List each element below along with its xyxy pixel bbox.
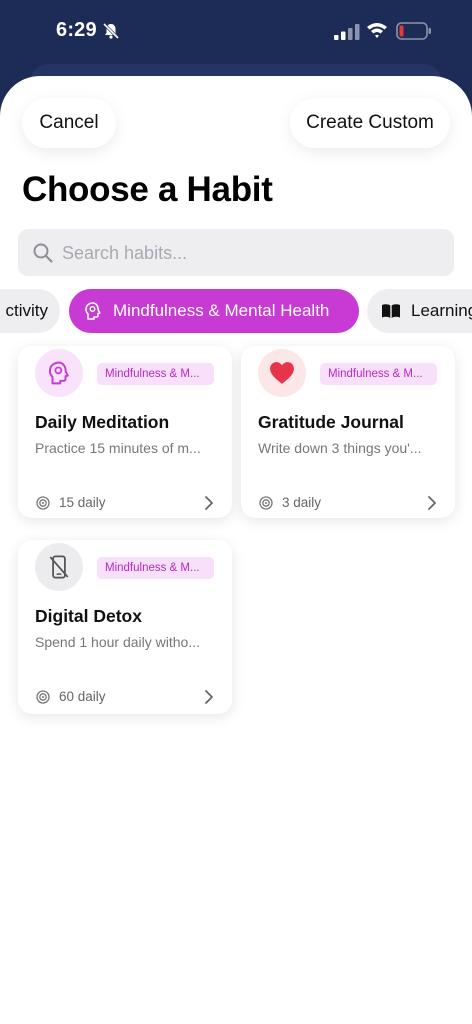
- habit-description: Write down 3 things you'...: [258, 440, 422, 456]
- wifi-icon: [367, 23, 387, 38]
- category-chip-productivity[interactable]: ctivity: [0, 289, 60, 333]
- book-icon: [382, 304, 400, 318]
- heart-icon: [270, 362, 294, 384]
- category-chips: ctivity Mindfulness & Mental Health Lear…: [0, 289, 472, 335]
- signal-icon: [334, 24, 360, 40]
- habit-icon-badge: [258, 349, 306, 397]
- category-badge: Mindfulness & M...: [97, 557, 214, 579]
- status-time: 6:29: [56, 19, 97, 41]
- habit-title: Gratitude Journal: [258, 412, 404, 432]
- chevron-right-icon: [428, 496, 436, 510]
- category-chip-label: Learning: [411, 301, 472, 320]
- page-title: Choose a Habit: [22, 170, 273, 209]
- habit-frequency: 15 daily: [59, 495, 106, 510]
- chevron-right-icon: [205, 496, 213, 510]
- target-icon: [36, 496, 50, 510]
- habit-card-digital-detox[interactable]: Mindfulness & M... Digital Detox Spend 1…: [18, 540, 232, 714]
- battery-low-icon: [396, 22, 431, 40]
- category-chip-label: Mindfulness & Mental Health: [113, 301, 330, 320]
- create-custom-button[interactable]: Create Custom: [290, 98, 450, 148]
- habit-frequency: 60 daily: [59, 689, 106, 704]
- habit-description: Spend 1 hour daily witho...: [35, 634, 200, 650]
- category-chip-label: ctivity: [5, 301, 49, 320]
- habit-picker-sheet: Cancel Create Custom Choose a Habit ctiv…: [0, 76, 472, 1024]
- habit-description: Practice 15 minutes of m...: [35, 440, 201, 456]
- target-icon: [36, 690, 50, 704]
- habit-card-gratitude-journal[interactable]: Mindfulness & M... Gratitude Journal Wri…: [241, 346, 455, 518]
- search-bar[interactable]: [18, 229, 454, 276]
- habit-title: Daily Meditation: [35, 412, 170, 432]
- category-badge: Mindfulness & M...: [97, 363, 214, 385]
- habit-frequency: 3 daily: [282, 495, 322, 510]
- status-bar: 6:29: [0, 0, 472, 62]
- bell-slash-icon: [102, 22, 120, 40]
- habit-icon-badge: [35, 543, 83, 591]
- category-chip-mindfulness[interactable]: Mindfulness & Mental Health: [69, 289, 359, 333]
- target-icon: [259, 496, 273, 510]
- category-badge: Mindfulness & M...: [320, 363, 437, 385]
- cancel-button[interactable]: Cancel: [22, 98, 116, 148]
- habit-title: Digital Detox: [35, 606, 142, 626]
- head-icon: [85, 302, 101, 320]
- search-input[interactable]: [62, 237, 442, 269]
- habit-card-daily-meditation[interactable]: Mindfulness & M... Daily Meditation Prac…: [18, 346, 232, 518]
- search-icon: [33, 243, 53, 263]
- habit-icon-badge: [35, 349, 83, 397]
- category-chip-learning[interactable]: Learning: [367, 289, 472, 333]
- chevron-right-icon: [205, 690, 213, 704]
- head-icon: [48, 361, 69, 385]
- phone-off-icon: [49, 555, 69, 579]
